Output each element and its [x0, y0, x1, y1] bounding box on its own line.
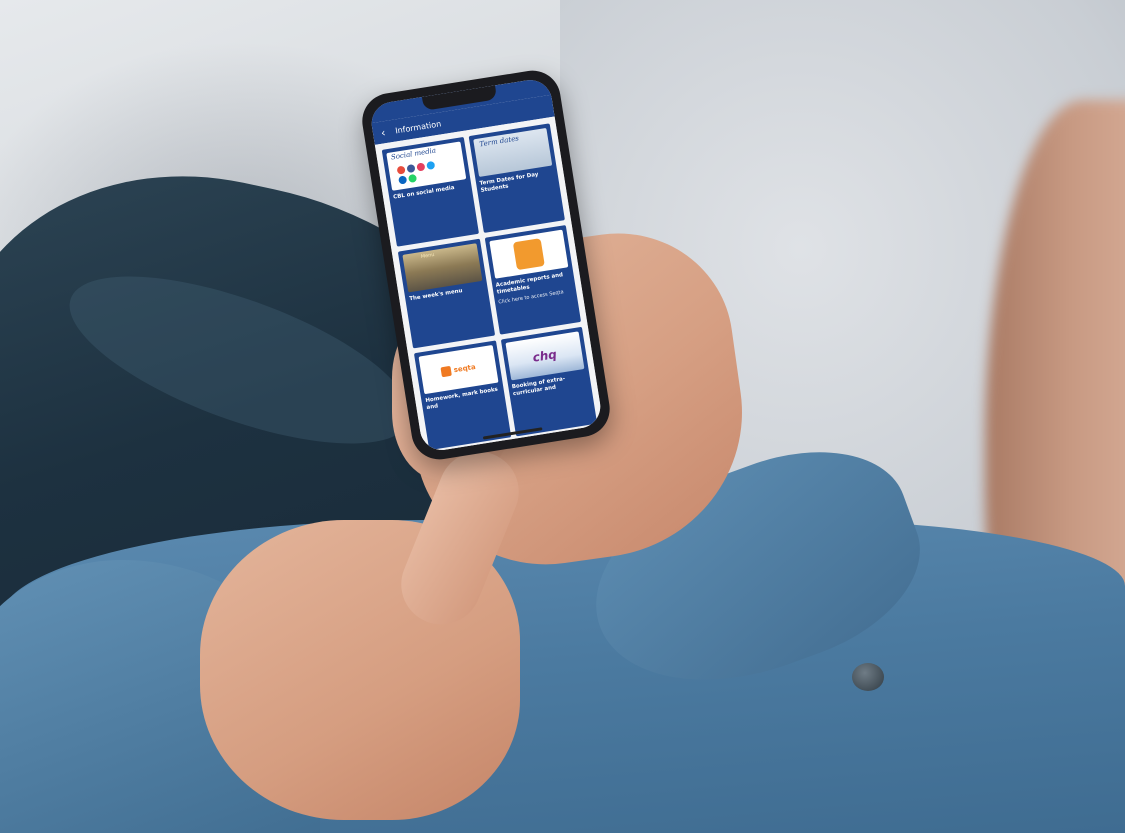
- academic-reports-thumbnail: [488, 229, 569, 279]
- info-card-grid: Social media CBL on social media Term da…: [374, 116, 604, 454]
- thumb-heading: Term dates: [478, 134, 520, 149]
- chq-logo-text: chq: [531, 347, 558, 365]
- term-dates-thumbnail: Term dates: [472, 127, 553, 178]
- seqta-logo-icon: [440, 365, 452, 378]
- menu-thumbnail: Menu: [402, 243, 482, 293]
- photo-scene: ‹ Information Social media CBL on social…: [0, 0, 1125, 833]
- social-media-thumbnail: Social media: [386, 141, 466, 191]
- seqta-thumbnail: seqta: [418, 345, 499, 395]
- social-icon: [407, 173, 418, 184]
- thumb-heading: Menu: [420, 251, 435, 261]
- chq-thumbnail: chq: [504, 331, 585, 381]
- social-icon: [398, 175, 408, 185]
- social-icon: [396, 165, 406, 175]
- social-icon: [416, 162, 426, 172]
- social-icon: [426, 160, 436, 170]
- chevron-left-icon[interactable]: ‹: [380, 126, 386, 140]
- social-icon: [406, 163, 416, 174]
- card-social-media[interactable]: Social media CBL on social media: [381, 136, 479, 247]
- card-academic-reports[interactable]: Academic reports and timetables Click he…: [484, 225, 582, 335]
- card-menu[interactable]: Menu The week's menu: [397, 238, 495, 349]
- social-icons: [396, 160, 443, 185]
- card-term-dates[interactable]: Term dates Term Dates for Day Students: [468, 123, 565, 234]
- app-logo-icon: [512, 238, 545, 271]
- thumb-heading: Social media: [390, 146, 437, 162]
- shirt-button: [852, 663, 884, 691]
- card-chq[interactable]: chq Booking of extra-curricular and: [500, 326, 598, 437]
- page-title: Information: [394, 118, 442, 135]
- seqta-logo-text: seqta: [453, 362, 477, 375]
